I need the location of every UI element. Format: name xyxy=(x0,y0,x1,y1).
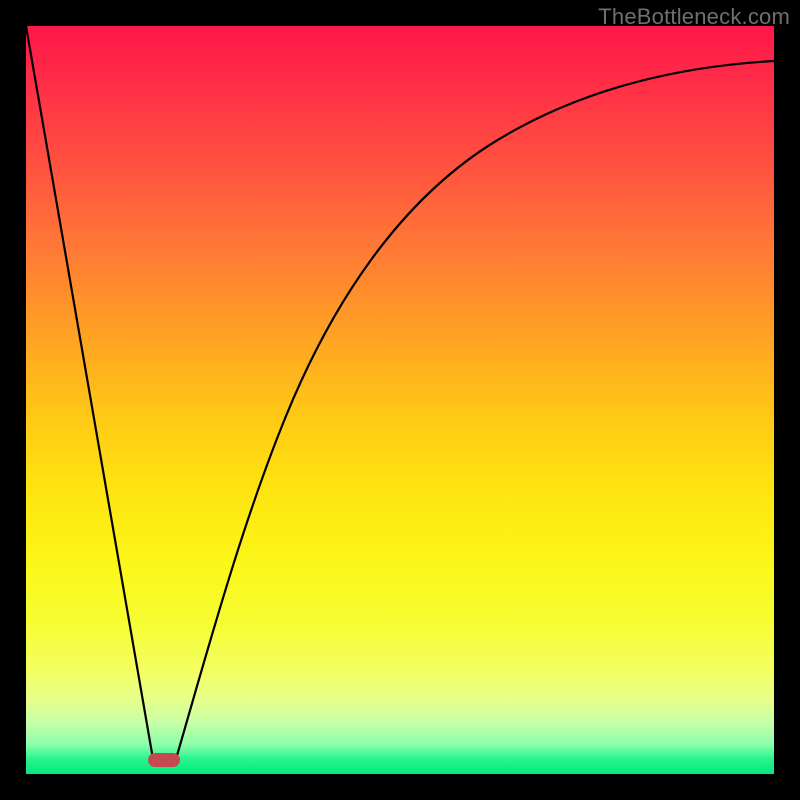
curve-layer xyxy=(26,26,774,774)
series-left-branch xyxy=(26,26,153,759)
series-right-branch xyxy=(176,61,774,759)
chart-frame: TheBottleneck.com xyxy=(0,0,800,800)
plot-area xyxy=(26,26,774,774)
min-marker xyxy=(148,753,180,767)
watermark-text: TheBottleneck.com xyxy=(598,4,790,30)
